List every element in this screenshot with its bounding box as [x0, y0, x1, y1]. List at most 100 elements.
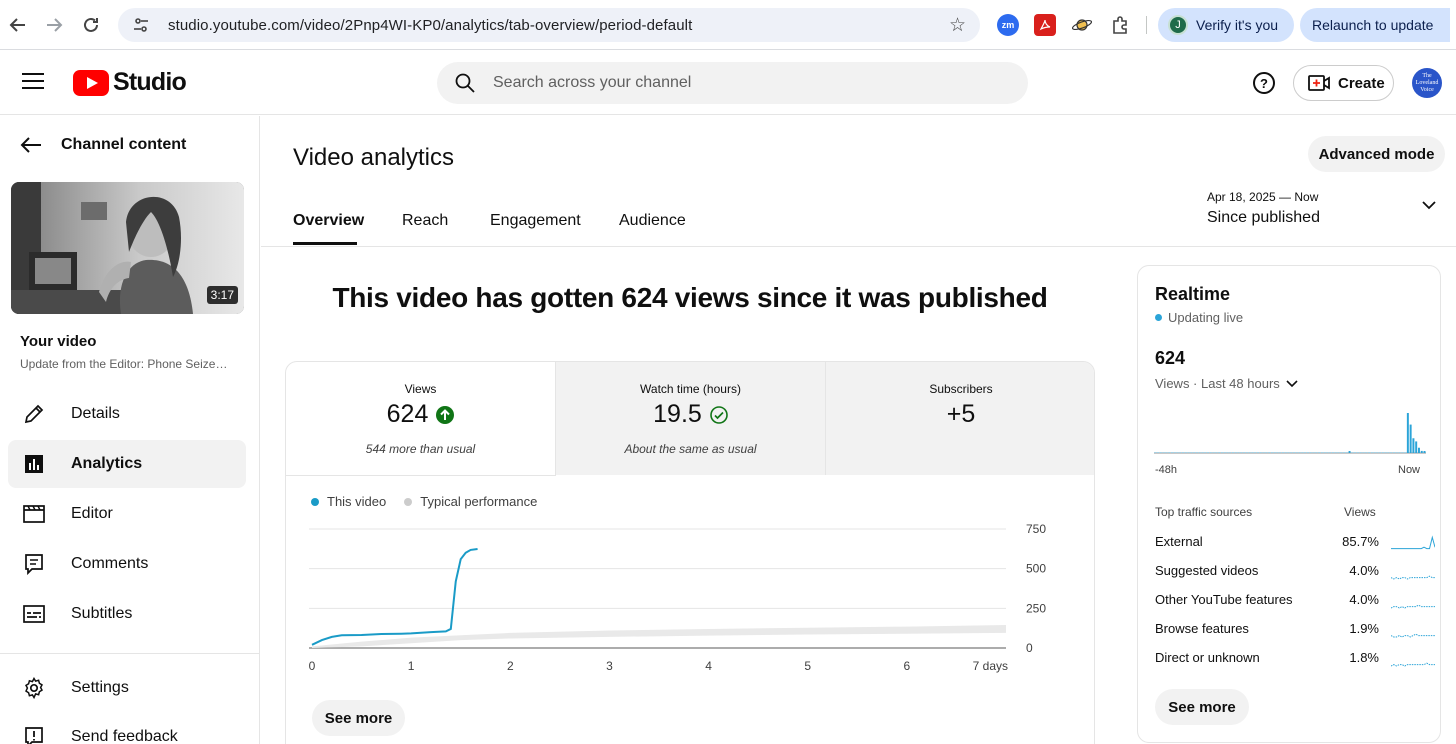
sidebar-item-comments[interactable]: Comments: [8, 540, 246, 588]
traffic-source-percent: 85.7%: [1342, 534, 1379, 549]
back-to-channel-content[interactable]: Channel content: [20, 136, 186, 154]
channel-avatar[interactable]: The Loveland Voice: [1412, 68, 1442, 98]
realtime-bar: [1390, 452, 1393, 453]
realtime-bar: [1406, 413, 1409, 453]
realtime-bar: [1290, 452, 1293, 453]
sidebar: Channel content 3:17 Your video Update f…: [0, 116, 260, 744]
realtime-bar: [1281, 452, 1284, 453]
puzzle-extensions-icon[interactable]: [1109, 14, 1131, 36]
reload-icon[interactable]: [73, 7, 109, 43]
typical-performance-band: [312, 624, 1006, 648]
realtime-see-more-button[interactable]: See more: [1155, 689, 1249, 725]
chart-legend: This video Typical performance: [311, 494, 555, 509]
x-tick-label: 0: [309, 659, 316, 673]
this-video-line: [311, 548, 478, 646]
pdf-extension-icon[interactable]: [1034, 14, 1056, 36]
metric-watch-time[interactable]: Watch time (hours) 19.5 About the same a…: [556, 362, 825, 475]
saturn-extension-icon[interactable]: [1071, 14, 1093, 36]
live-dot: [1155, 314, 1162, 321]
relaunch-button[interactable]: Relaunch to update: [1300, 8, 1450, 42]
tab-engagement[interactable]: Engagement: [490, 212, 581, 230]
chevron-down-icon[interactable]: [1421, 200, 1437, 210]
metric-subscribers[interactable]: Subscribers +5: [826, 362, 1094, 475]
main-content: Video analytics Advanced mode Overview R…: [261, 116, 1456, 744]
tab-audience[interactable]: Audience: [619, 212, 686, 230]
studio-logo[interactable]: Studio: [73, 68, 187, 97]
traffic-source-percent: 4.0%: [1349, 592, 1379, 607]
realtime-bar: [1209, 452, 1212, 453]
realtime-bar: [1218, 452, 1221, 453]
trend-up-icon: [436, 405, 455, 424]
traffic-source-name: Browse features: [1155, 621, 1249, 636]
realtime-bar: [1373, 452, 1376, 453]
create-button[interactable]: Create: [1293, 65, 1394, 101]
sidebar-item-send-feedback[interactable]: Send feedback: [8, 713, 246, 744]
search-input[interactable]: Search across your channel: [437, 62, 1028, 104]
help-icon[interactable]: ?: [1253, 72, 1275, 94]
sidebar-item-editor[interactable]: Editor: [8, 490, 246, 538]
realtime-bar: [1340, 452, 1343, 453]
create-label: Create: [1338, 74, 1385, 92]
metric-underline: [286, 475, 556, 476]
traffic-source-percent: 4.0%: [1349, 563, 1379, 578]
traffic-sparkline: [1391, 535, 1435, 550]
realtime-scope-dropdown[interactable]: Views · Last 48 hours: [1155, 376, 1298, 391]
bookmark-star-icon[interactable]: ☆: [949, 14, 966, 37]
see-more-button[interactable]: See more: [312, 700, 405, 736]
verify-label: Verify it's you: [1196, 17, 1279, 33]
traffic-source-row[interactable]: Suggested videos 4.0%: [1155, 561, 1435, 583]
x-tick-label: 4: [705, 659, 712, 673]
realtime-bar: [1301, 452, 1304, 453]
date-range-text[interactable]: Apr 18, 2025 — Now: [1207, 190, 1318, 204]
tab-overview[interactable]: Overview: [293, 212, 364, 230]
realtime-bar: [1354, 452, 1357, 453]
realtime-bar: [1359, 452, 1362, 453]
address-bar[interactable]: studio.youtube.com/video/2Pnp4WI-KP0/ana…: [118, 8, 980, 42]
realtime-bar: [1220, 452, 1223, 453]
traffic-sparkline: [1391, 575, 1435, 580]
realtime-bar: [1270, 452, 1273, 453]
tab-reach[interactable]: Reach: [402, 212, 448, 230]
sidebar-item-label: Editor: [71, 505, 113, 522]
sidebar-item-subtitles[interactable]: Subtitles: [8, 590, 246, 638]
site-settings-icon[interactable]: [130, 14, 152, 36]
date-period-label[interactable]: Since published: [1207, 209, 1320, 227]
traffic-sparkline: [1391, 633, 1435, 638]
realtime-bar: [1173, 452, 1176, 453]
sidebar-item-analytics[interactable]: Analytics: [8, 440, 246, 488]
realtime-bar: [1326, 452, 1329, 453]
traffic-source-row[interactable]: External 85.7%: [1155, 532, 1435, 554]
sidebar-item-details[interactable]: Details: [8, 390, 246, 438]
realtime-bar: [1226, 452, 1229, 453]
traffic-source-row[interactable]: Other YouTube features 4.0%: [1155, 590, 1435, 612]
sparkline-path: [1391, 604, 1435, 609]
back-arrow-icon[interactable]: [0, 7, 36, 43]
realtime-bar: [1279, 452, 1282, 453]
sidebar-item-label: Details: [71, 405, 120, 422]
realtime-bar: [1309, 452, 1312, 453]
menu-icon[interactable]: [22, 73, 44, 91]
metric-views[interactable]: Views 624 544 more than usual: [286, 362, 555, 475]
realtime-bar: [1157, 452, 1160, 453]
realtime-bar: [1368, 452, 1370, 453]
video-title[interactable]: Update from the Editor: Phone Seize…: [20, 357, 227, 371]
advanced-mode-button[interactable]: Advanced mode: [1308, 136, 1445, 172]
traffic-source-row[interactable]: Direct or unknown 1.8%: [1155, 648, 1435, 670]
realtime-bar: [1293, 452, 1296, 453]
video-thumbnail[interactable]: 3:17: [11, 182, 244, 314]
legend-typical: Typical performance: [404, 494, 537, 509]
relaunch-label: Relaunch to update: [1312, 17, 1434, 33]
youtube-play-icon: [73, 69, 109, 96]
sidebar-item-settings[interactable]: Settings: [8, 664, 246, 712]
traffic-source-percent: 1.8%: [1349, 650, 1379, 665]
forward-arrow-icon[interactable]: [36, 7, 72, 43]
sidebar-item-label: Settings: [71, 679, 129, 696]
realtime-bar: [1162, 452, 1165, 453]
realtime-bar: [1318, 452, 1321, 453]
zoom-extension-icon[interactable]: zm: [997, 14, 1019, 36]
realtime-bar: [1381, 452, 1384, 453]
realtime-bar: [1198, 452, 1201, 453]
back-label: Channel content: [61, 136, 187, 153]
verify-identity-button[interactable]: J Verify it's you: [1158, 8, 1294, 42]
traffic-source-row[interactable]: Browse features 1.9%: [1155, 619, 1435, 641]
